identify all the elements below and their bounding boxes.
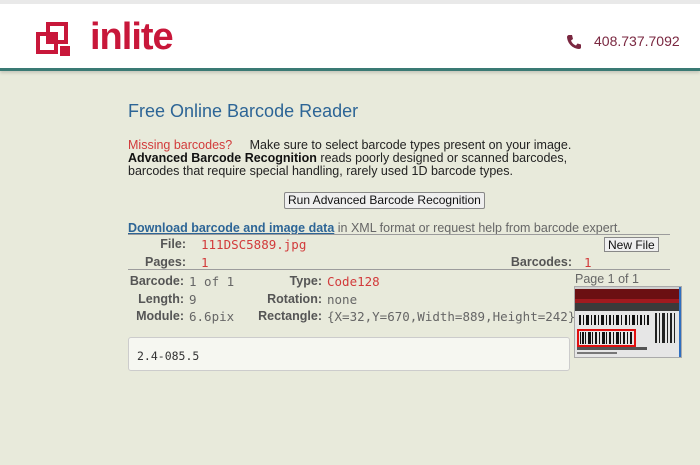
rectangle-label: Rectangle: bbox=[258, 309, 322, 323]
rotation-label: Rotation: bbox=[267, 292, 322, 306]
download-data-link[interactable]: Download barcode and image data bbox=[128, 221, 334, 235]
phone-number[interactable]: 408.737.7092 bbox=[594, 33, 680, 49]
decoded-text-box[interactable]: 2.4-085.5 bbox=[128, 337, 570, 371]
type-value: Code128 bbox=[327, 274, 380, 289]
phone-icon bbox=[567, 35, 581, 49]
divider-bottom bbox=[128, 269, 670, 270]
header-top-strip bbox=[0, 0, 700, 4]
abr-label: Advanced Barcode Recognition bbox=[128, 151, 317, 165]
divider-top bbox=[128, 234, 670, 235]
pages-value: 1 bbox=[201, 255, 209, 270]
run-advanced-recognition-button[interactable]: Run Advanced Barcode Recognition bbox=[284, 192, 485, 209]
new-file-button[interactable]: New File bbox=[604, 237, 659, 252]
missing-barcodes-text: Make sure to select barcode types presen… bbox=[249, 138, 572, 152]
length-value: 9 bbox=[189, 292, 197, 307]
info-block: Missing barcodes? Make sure to select ba… bbox=[128, 139, 628, 178]
barcode-photo-graphic bbox=[575, 287, 681, 357]
barcode-value: 1 of 1 bbox=[189, 274, 235, 289]
file-label: File: bbox=[160, 237, 186, 251]
pages-label: Pages: bbox=[145, 255, 186, 269]
logo-wordmark[interactable]: inlite bbox=[90, 16, 174, 59]
inlite-logo-icon[interactable] bbox=[36, 22, 76, 62]
length-label: Length: bbox=[138, 292, 184, 306]
barcode-label: Barcode: bbox=[129, 274, 184, 288]
rotation-value: none bbox=[327, 292, 358, 307]
missing-barcodes-label: Missing barcodes? bbox=[128, 138, 233, 152]
download-text: in XML format or request help from barco… bbox=[334, 221, 621, 235]
file-value: 111DSC5889.jpg bbox=[201, 237, 307, 252]
rectangle-value: {X=32,Y=670,Width=889,Height=242} bbox=[327, 309, 576, 324]
decoded-text-value: 2.4-085.5 bbox=[137, 349, 200, 363]
page-title: Free Online Barcode Reader bbox=[128, 101, 359, 121]
abr-text: reads poorly designed or scanned barcode… bbox=[316, 151, 568, 165]
barcode-image-thumbnail[interactable] bbox=[574, 286, 682, 358]
barcodes-label: Barcodes: bbox=[510, 255, 572, 269]
site-header: inlite 408.737.7092 bbox=[0, 0, 700, 71]
page-of-label: Page 1 of 1 bbox=[575, 272, 639, 286]
type-label: Type: bbox=[289, 274, 322, 288]
download-row: Download barcode and image data in XML f… bbox=[128, 221, 621, 235]
module-label: Module: bbox=[136, 309, 184, 323]
module-value: 6.6pix bbox=[189, 309, 235, 324]
barcodes-value: 1 bbox=[584, 255, 592, 270]
abr-text-line2: barcodes that require special handling, … bbox=[128, 164, 513, 178]
